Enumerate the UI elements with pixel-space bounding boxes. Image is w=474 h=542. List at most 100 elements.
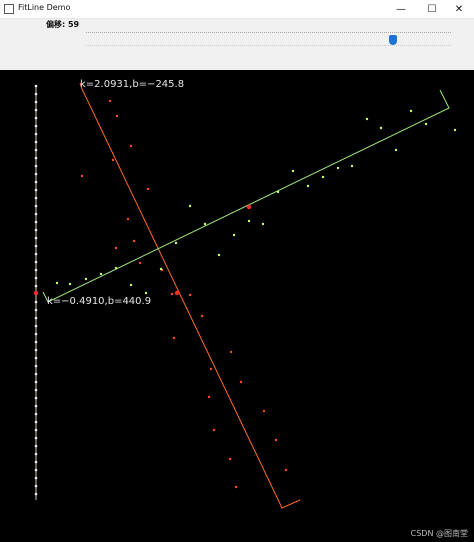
- axis-tick: [34, 396, 38, 400]
- axis-tick: [34, 340, 38, 344]
- app-icon: [4, 4, 14, 14]
- data-point-green: [276, 190, 280, 194]
- axis-tick: [34, 188, 38, 192]
- data-point-green: [453, 128, 457, 132]
- app-window: FitLine Demo — ☐ ✕ 偏移: 59 k=2.0931,b=−24…: [0, 0, 474, 542]
- data-point-red: [274, 438, 278, 442]
- data-point-green: [424, 122, 428, 126]
- axis-tick: [34, 372, 38, 376]
- data-point-red: [111, 158, 115, 162]
- data-point-green: [336, 166, 340, 170]
- axis-tick: [34, 124, 38, 128]
- axis-tick: [34, 164, 38, 168]
- data-point-green: [188, 204, 192, 208]
- data-point-green: [365, 117, 369, 121]
- axis-tick: [34, 324, 38, 328]
- axis-tick: [34, 84, 38, 88]
- axis-tick: [34, 380, 38, 384]
- data-point-green: [350, 164, 354, 168]
- centroid-line1: [174, 290, 180, 296]
- axis-tick: [34, 428, 38, 432]
- minimize-button[interactable]: —: [386, 0, 416, 18]
- axis-tick: [34, 220, 38, 224]
- data-point-red: [114, 246, 118, 250]
- window-title: FitLine Demo: [18, 3, 71, 12]
- data-point-red: [129, 144, 133, 148]
- axis-tick: [34, 172, 38, 176]
- trackbar-thumb[interactable]: [389, 35, 397, 45]
- data-point-red: [207, 395, 211, 399]
- data-point-red: [228, 457, 232, 461]
- axis-tick: [34, 444, 38, 448]
- data-point-red: [115, 114, 119, 118]
- axis-tick: [34, 244, 38, 248]
- axis-tick: [34, 364, 38, 368]
- data-point-red: [200, 314, 204, 318]
- data-point-red: [138, 261, 142, 265]
- axis-tick: [34, 492, 38, 496]
- data-point-green: [144, 291, 148, 295]
- axis-tick: [34, 404, 38, 408]
- close-button[interactable]: ✕: [444, 0, 474, 18]
- axis-tick: [34, 148, 38, 152]
- data-point-green: [55, 281, 59, 285]
- axis-tick: [34, 212, 38, 216]
- axis-tick: [34, 476, 38, 480]
- data-point-red: [262, 409, 266, 413]
- line1-label: k=2.0931,b=−245.8: [80, 79, 185, 90]
- axis-tick: [34, 436, 38, 440]
- data-point-red: [132, 239, 136, 243]
- axis-tick: [34, 108, 38, 112]
- axis-tick: [34, 484, 38, 488]
- offset-trackbar[interactable]: [86, 32, 451, 45]
- axis-tick: [34, 180, 38, 184]
- data-point-green: [232, 233, 236, 237]
- axis-tick: [34, 260, 38, 264]
- maximize-button[interactable]: ☐: [417, 0, 447, 18]
- trackbar-ticks: [86, 45, 451, 47]
- data-point-green: [306, 184, 310, 188]
- data-point-green: [174, 241, 178, 245]
- data-point-green: [261, 222, 265, 226]
- trackbar-label: 偏移: 59: [46, 20, 80, 29]
- data-point-green: [394, 148, 398, 152]
- axis-tick: [34, 308, 38, 312]
- data-point-red: [209, 367, 213, 371]
- axis-tick: [34, 284, 38, 288]
- plot-canvas: k=2.0931,b=−245.8 k=−0.4910,b=440.9 CSDN…: [0, 70, 474, 542]
- data-point-red: [80, 174, 84, 178]
- fit-line-2: [42, 89, 450, 303]
- data-point-green: [129, 283, 133, 287]
- data-point-green: [159, 267, 163, 271]
- data-point-red: [126, 217, 130, 221]
- data-point-red: [229, 350, 233, 354]
- data-point-green: [203, 222, 207, 226]
- axis-tick: [34, 252, 38, 256]
- title-bar: FitLine Demo — ☐ ✕: [0, 0, 474, 19]
- axis-tick: [34, 356, 38, 360]
- axis-tick: [34, 236, 38, 240]
- axis-tick: [34, 452, 38, 456]
- axis-marker: [33, 290, 39, 296]
- data-point-green: [291, 169, 295, 173]
- data-point-red: [284, 468, 288, 472]
- data-point-red: [234, 485, 238, 489]
- data-point-green: [99, 272, 103, 276]
- data-point-red: [188, 293, 192, 297]
- data-point-green: [68, 282, 72, 286]
- data-point-red: [212, 428, 216, 432]
- axis-tick: [34, 316, 38, 320]
- axis-tick: [34, 204, 38, 208]
- data-point-green: [409, 109, 413, 113]
- axis-tick: [34, 388, 38, 392]
- data-point-green: [114, 266, 118, 270]
- axis-tick: [34, 348, 38, 352]
- data-point-green: [321, 175, 325, 179]
- data-point-red: [239, 380, 243, 384]
- toolbar: 偏移: 59: [0, 19, 474, 70]
- axis-tick: [34, 268, 38, 272]
- watermark: CSDN @图南堂: [410, 529, 468, 538]
- data-point-green: [84, 277, 88, 281]
- axis-tick: [34, 140, 38, 144]
- data-point-red: [172, 336, 176, 340]
